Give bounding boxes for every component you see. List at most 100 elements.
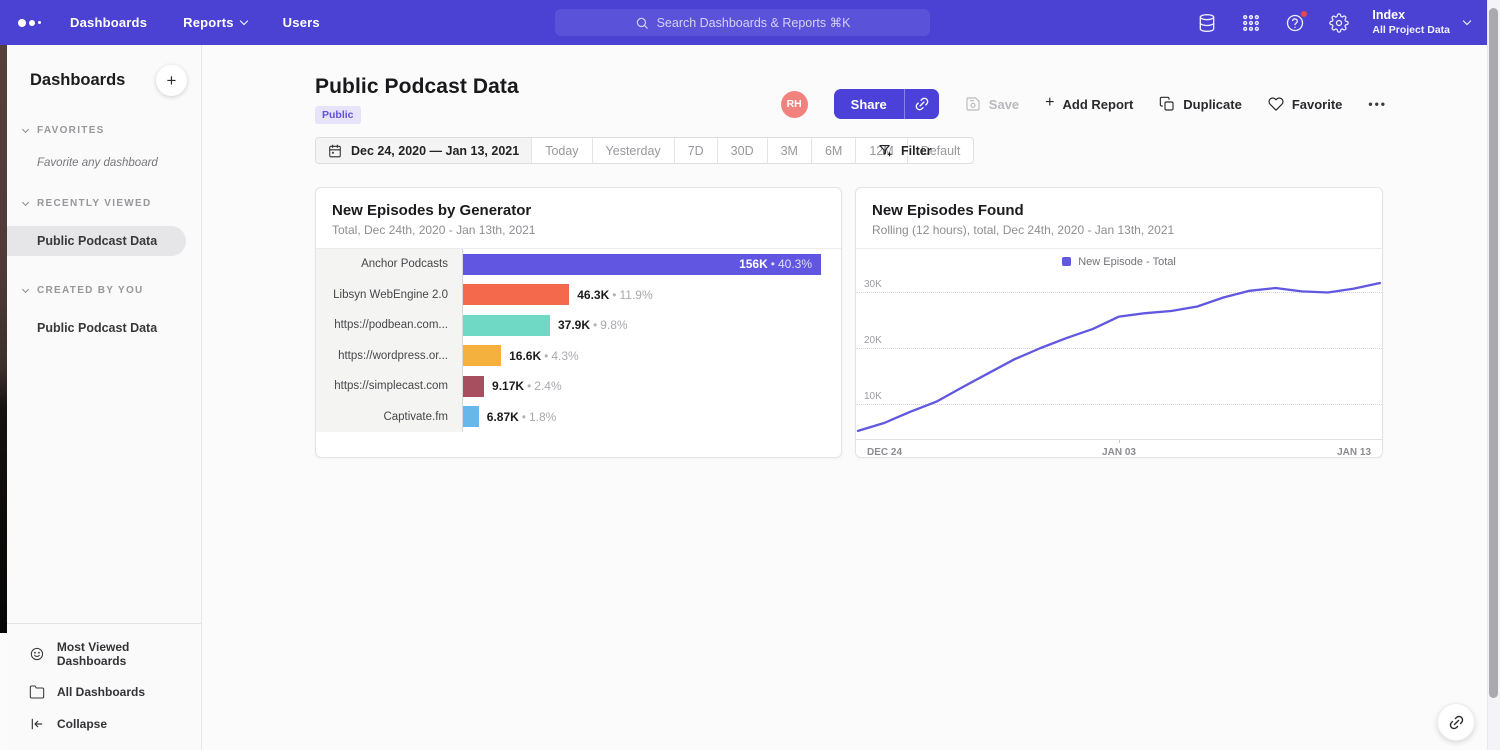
avatar[interactable]: RH [781, 91, 808, 118]
project-selector[interactable]: Index All Project Data [1372, 8, 1470, 37]
nav-item-users[interactable]: Users [283, 15, 320, 30]
date-range-button[interactable]: Dec 24, 2020 — Jan 13, 2021 [316, 138, 531, 163]
sidebar-item-public-podcast-data[interactable]: Public Podcast Data [7, 226, 186, 256]
nav-item-label: Reports [183, 15, 234, 30]
chevron-down-icon [22, 285, 29, 292]
nav-item-dashboards[interactable]: Dashboards [70, 15, 147, 30]
bar-row: Libsyn WebEngine 2.046.3K•11.9% [316, 280, 841, 311]
copy-link-button[interactable] [904, 89, 939, 119]
folder-icon [29, 684, 45, 700]
apps-grid-icon[interactable] [1240, 12, 1262, 34]
notification-badge [1300, 10, 1308, 18]
page-title: Public Podcast Data [315, 75, 519, 99]
bar-category-label: https://wordpress.or... [316, 341, 463, 372]
bar-category-label: https://simplecast.com [316, 371, 463, 402]
bar-percent: 4.3% [551, 349, 578, 363]
separator-dot: • [593, 318, 597, 332]
chevron-down-icon [22, 125, 29, 132]
legend-swatch [1062, 257, 1071, 266]
chart-legend: New Episode - Total [856, 249, 1382, 274]
smiley-icon [29, 646, 45, 662]
bar[interactable] [463, 376, 484, 397]
separator-dot: • [612, 288, 616, 302]
bar[interactable] [463, 284, 569, 305]
date-range-label: Dec 24, 2020 — Jan 13, 2021 [351, 144, 519, 158]
more-options-button[interactable]: ••• [1368, 97, 1387, 111]
bar-track: 6.87K•1.8% [463, 402, 841, 433]
section-label: RECENTLY VIEWED [37, 198, 152, 209]
footer-item-label: All Dashboards [57, 685, 145, 699]
all-dashboards-button[interactable]: All Dashboards [7, 676, 201, 708]
report-card-new-episodes-by-generator[interactable]: New Episodes by Generator Total, Dec 24t… [315, 187, 842, 458]
bar[interactable]: 156K•40.3% [463, 254, 821, 275]
search-icon [635, 16, 649, 30]
bar-track: 37.9K•9.8% [463, 310, 841, 341]
report-card-new-episodes-found[interactable]: New Episodes Found Rolling (12 hours), t… [855, 187, 1383, 458]
date-preset-3m[interactable]: 3M [767, 138, 811, 163]
page-scrollbar[interactable] [1487, 0, 1500, 750]
separator-dot: • [527, 379, 531, 393]
bar-category-label: Libsyn WebEngine 2.0 [316, 280, 463, 311]
bar-track: 16.6K•4.3% [463, 341, 841, 372]
bar-value: 156K [739, 257, 768, 271]
date-preset-7d[interactable]: 7D [674, 138, 717, 163]
date-preset-yesterday[interactable]: Yesterday [592, 138, 674, 163]
sidebar-item-public-podcast-data-created[interactable]: Public Podcast Data [7, 313, 201, 343]
date-preset-6m[interactable]: 6M [811, 138, 855, 163]
public-badge: Public [315, 106, 361, 124]
bar-track: 156K•40.3% [463, 249, 841, 280]
date-preset-today[interactable]: Today [531, 138, 591, 163]
favorites-empty-note: Favorite any dashboard [37, 157, 201, 169]
card-subtitle: Rolling (12 hours), total, Dec 24th, 202… [872, 223, 1366, 237]
project-name: Index [1372, 8, 1450, 24]
bar-percent: 1.8% [529, 410, 556, 424]
header-actions: RH Share Save + Add Report Duplicate Fav… [781, 89, 1387, 119]
chevron-down-icon [239, 17, 247, 25]
bar-category-label: Anchor Podcasts [316, 249, 463, 280]
share-button-group: Share [834, 89, 939, 119]
duplicate-button[interactable]: Duplicate [1159, 96, 1242, 112]
search-placeholder: Search Dashboards & Reports ⌘K [657, 15, 851, 30]
app-logo[interactable] [18, 19, 41, 27]
section-recently-viewed[interactable]: RECENTLY VIEWED [23, 198, 201, 209]
logo-dot [38, 21, 41, 24]
separator-dot: • [771, 257, 775, 271]
bar-row: https://podbean.com...37.9K•9.8% [316, 310, 841, 341]
collapse-sidebar-button[interactable]: Collapse [7, 708, 201, 740]
bar[interactable] [463, 315, 550, 336]
duplicate-icon [1159, 96, 1175, 112]
settings-icon[interactable] [1328, 12, 1350, 34]
link-icon [1444, 710, 1468, 734]
search-input[interactable]: Search Dashboards & Reports ⌘K [555, 9, 930, 36]
sidebar: Dashboards + FAVORITES Favorite any dash… [7, 45, 202, 750]
line-series-new-episode-total[interactable] [856, 274, 1382, 439]
nav-item-label: Dashboards [70, 15, 147, 30]
card-title: New Episodes Found [872, 202, 1366, 219]
add-dashboard-button[interactable]: + [156, 65, 187, 96]
most-viewed-dashboards-button[interactable]: Most Viewed Dashboards [7, 632, 201, 676]
background-window-edge [0, 45, 7, 633]
bar-track: 46.3K•11.9% [463, 280, 841, 311]
date-preset-30d[interactable]: 30D [717, 138, 767, 163]
chevron-down-icon [22, 198, 29, 205]
share-link-floating-button[interactable] [1437, 703, 1475, 741]
bar-percent: 40.3% [778, 257, 812, 271]
scrollbar-thumb[interactable] [1489, 8, 1498, 698]
section-created-by-you[interactable]: CREATED BY YOU [23, 285, 201, 296]
bar-category-label: Captivate.fm [316, 402, 463, 433]
filter-button[interactable]: Filter [878, 137, 932, 164]
bar[interactable] [463, 345, 501, 366]
sidebar-title: Dashboards [30, 71, 125, 90]
favorite-button[interactable]: Favorite [1268, 96, 1343, 112]
add-report-button[interactable]: + Add Report [1045, 96, 1133, 112]
nav-item-reports[interactable]: Reports [183, 15, 247, 30]
save-button[interactable]: Save [965, 96, 1019, 112]
help-icon[interactable] [1284, 12, 1306, 34]
data-icon[interactable] [1196, 12, 1218, 34]
bar[interactable] [463, 406, 479, 427]
filter-label: Filter [901, 144, 932, 158]
section-label: CREATED BY YOU [37, 285, 144, 296]
share-button[interactable]: Share [834, 89, 904, 119]
section-favorites[interactable]: FAVORITES [23, 125, 201, 136]
bar-category-label: https://podbean.com... [316, 310, 463, 341]
